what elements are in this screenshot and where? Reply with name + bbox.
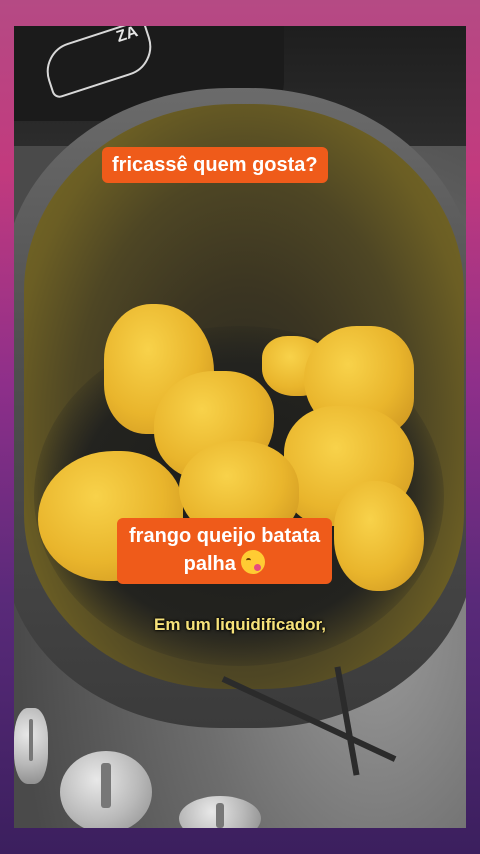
caption-bottom-line1: frango queijo batata [129,525,321,547]
face-savoring-food-emoji-icon [241,550,266,574]
chicken-piece [334,481,424,591]
caption-bottom: frango queijo batata palha [117,518,333,584]
stove-knob [14,708,48,784]
stove-knob [60,751,152,828]
caption-bottom-line2: palha [183,553,236,575]
subtitle-text: Em um liquidificador, [154,615,326,634]
caption-top: fricassê quem gosta? [102,147,328,183]
cloth-print: ZA [38,26,160,100]
caption-bottom-line2-wrap: palha [129,550,320,578]
